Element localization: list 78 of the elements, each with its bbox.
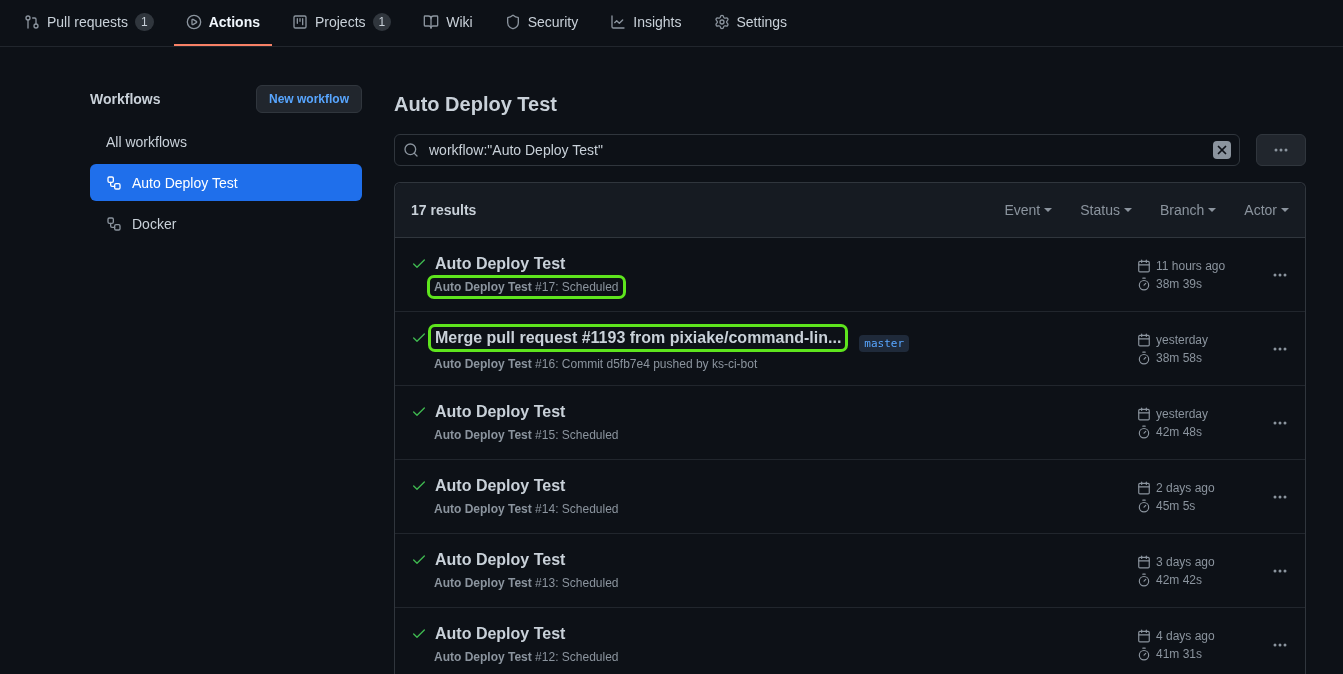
run-title[interactable]: Auto Deploy Test <box>431 549 570 571</box>
play-icon <box>185 14 202 30</box>
run-date: 11 hours ago <box>1156 258 1226 273</box>
sidebar-item[interactable]: All workflows <box>90 123 362 160</box>
counter-badge: 1 <box>134 13 154 31</box>
run-title[interactable]: Auto Deploy Test <box>431 253 570 275</box>
close-icon <box>1215 143 1229 157</box>
nav-tab[interactable]: Pull requests 1 <box>12 0 166 46</box>
run-duration: 38m 39s <box>1156 276 1203 291</box>
search-icon <box>403 142 419 158</box>
sidebar-item[interactable]: Docker <box>90 205 362 242</box>
run-title[interactable]: Merge pull request #1193 from pixiake/command-lin... <box>431 327 846 349</box>
calendar-icon <box>1137 628 1151 643</box>
new-workflow-button[interactable]: New workflow <box>256 85 362 113</box>
search-field[interactable]: workflow:"Auto Deploy Test" <box>394 134 1240 166</box>
sidebar-item[interactable]: Auto Deploy Test <box>90 164 362 201</box>
run-duration: 42m 48s <box>1156 424 1203 439</box>
run-duration: 42m 42s <box>1156 572 1203 587</box>
clear-button[interactable] <box>1213 141 1231 159</box>
branch-label[interactable]: master <box>859 334 910 352</box>
stopwatch-icon <box>1137 424 1151 439</box>
ellipsis-icon <box>1274 148 1288 152</box>
stopwatch-icon <box>1137 276 1151 291</box>
filter-dropdown[interactable]: Branch <box>1159 202 1217 218</box>
page-title: Auto Deploy Test <box>394 93 558 116</box>
ellipsis-icon <box>1273 346 1287 351</box>
stopwatch-icon <box>1137 572 1151 587</box>
nav-tab[interactable]: Settings <box>701 0 800 46</box>
run-duration: 41m 31s <box>1156 646 1203 661</box>
ellipsis-icon <box>1273 494 1287 499</box>
filter-dropdown[interactable]: Event <box>1004 202 1053 218</box>
run-title[interactable]: Auto Deploy Test <box>431 401 570 423</box>
run-subtitle: Auto Deploy Test #16: Commit d5fb7e4 pushed by ks-ci-bot <box>433 355 759 373</box>
run-title[interactable]: Auto Deploy Test <box>431 475 570 497</box>
pull-request-icon <box>24 14 40 30</box>
nav-tab[interactable]: Insights <box>598 0 694 46</box>
nav-tab[interactable]: Wiki <box>411 0 485 46</box>
sidebar-title: Workflows <box>90 91 161 107</box>
stopwatch-icon <box>1137 646 1151 661</box>
run-subtitle: Auto Deploy Test #17: Scheduled <box>430 278 623 296</box>
nav-tab[interactable]: Actions <box>173 0 272 46</box>
stopwatch-icon <box>1137 350 1151 365</box>
filter-dropdown[interactable]: Actor <box>1244 202 1289 218</box>
board-icon <box>291 14 308 30</box>
calendar-icon <box>1137 258 1151 273</box>
shield-icon <box>504 14 521 30</box>
run-duration: 38m 58s <box>1156 350 1203 365</box>
run-subtitle: Auto Deploy Test #12: Scheduled <box>433 649 620 666</box>
calendar-icon <box>1137 406 1151 421</box>
ellipsis-icon <box>1273 272 1287 277</box>
book-icon <box>423 14 440 30</box>
calendar-icon <box>1137 554 1151 569</box>
workflow-icon <box>106 174 122 191</box>
nav-tab[interactable]: Security <box>492 0 591 46</box>
nav-tab[interactable]: Projects 1 <box>279 0 404 46</box>
run-subtitle: Auto Deploy Test #14: Scheduled <box>433 501 620 518</box>
run-date: 2 days ago <box>1156 480 1215 495</box>
counter-badge: 1 <box>372 13 392 31</box>
search-input[interactable]: workflow:"Auto Deploy Test" <box>427 141 1205 159</box>
ellipsis-icon <box>1273 568 1287 573</box>
ellipsis-icon <box>1273 420 1287 425</box>
run-subtitle: Auto Deploy Test #15: Scheduled <box>433 427 620 444</box>
run-date: yesterday <box>1156 406 1209 421</box>
filter-dropdown[interactable]: Status <box>1080 202 1132 218</box>
calendar-icon <box>1137 480 1151 495</box>
stopwatch-icon <box>1137 498 1151 513</box>
run-date: 3 days ago <box>1156 554 1215 569</box>
run-subtitle: Auto Deploy Test #13: Scheduled <box>433 575 620 592</box>
workflow-icon <box>106 215 122 232</box>
run-date: yesterday <box>1156 332 1209 347</box>
settings-icon <box>713 14 730 30</box>
results-count: 17 results <box>411 202 478 218</box>
run-title[interactable]: Auto Deploy Test <box>431 623 570 645</box>
run-date: 4 days ago <box>1156 628 1215 643</box>
ellipsis-icon <box>1273 642 1287 647</box>
run-duration: 45m 5s <box>1156 498 1196 513</box>
graph-icon <box>610 14 627 30</box>
calendar-icon <box>1137 332 1151 347</box>
